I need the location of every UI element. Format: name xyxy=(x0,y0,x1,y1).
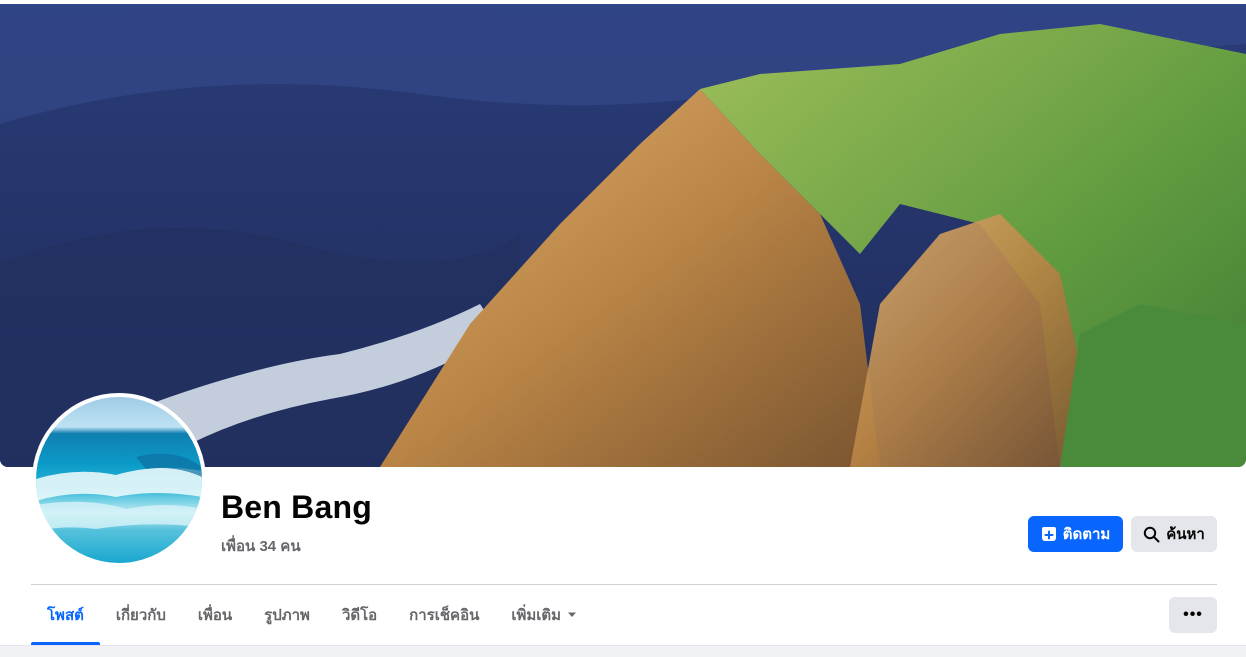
tab-videos[interactable]: วิดีโอ xyxy=(326,585,393,645)
profile-name: Ben Bang xyxy=(221,489,372,525)
follow-button[interactable]: ติดตาม xyxy=(1028,516,1123,552)
follow-button-label: ติดตาม xyxy=(1062,526,1111,543)
add-follow-icon xyxy=(1041,526,1057,542)
search-button-label: ค้นหา xyxy=(1166,526,1205,543)
tab-about[interactable]: เกี่ยวกับ xyxy=(100,585,182,645)
search-icon xyxy=(1143,526,1160,543)
tab-posts[interactable]: โพสต์ xyxy=(31,585,100,645)
avatar-wave-image xyxy=(36,397,202,563)
friends-count[interactable]: เพื่อน 34 คน xyxy=(221,534,301,558)
tab-friends[interactable]: เพื่อน xyxy=(182,585,248,645)
tab-more[interactable]: เพิ่มเติม xyxy=(495,585,593,645)
tab-checkins[interactable]: การเช็คอิน xyxy=(393,585,495,645)
page-background-strip xyxy=(0,645,1246,657)
more-horizontal-icon[interactable]: ••• xyxy=(1169,597,1217,633)
caret-down-icon xyxy=(567,611,577,619)
profile-tabs: โพสต์ เกี่ยวกับ เพื่อน รูปภาพ วิดีโอ การ… xyxy=(31,585,593,645)
tab-photos[interactable]: รูปภาพ xyxy=(248,585,326,645)
profile-avatar[interactable] xyxy=(32,393,206,567)
search-button[interactable]: ค้นหา xyxy=(1131,516,1217,552)
